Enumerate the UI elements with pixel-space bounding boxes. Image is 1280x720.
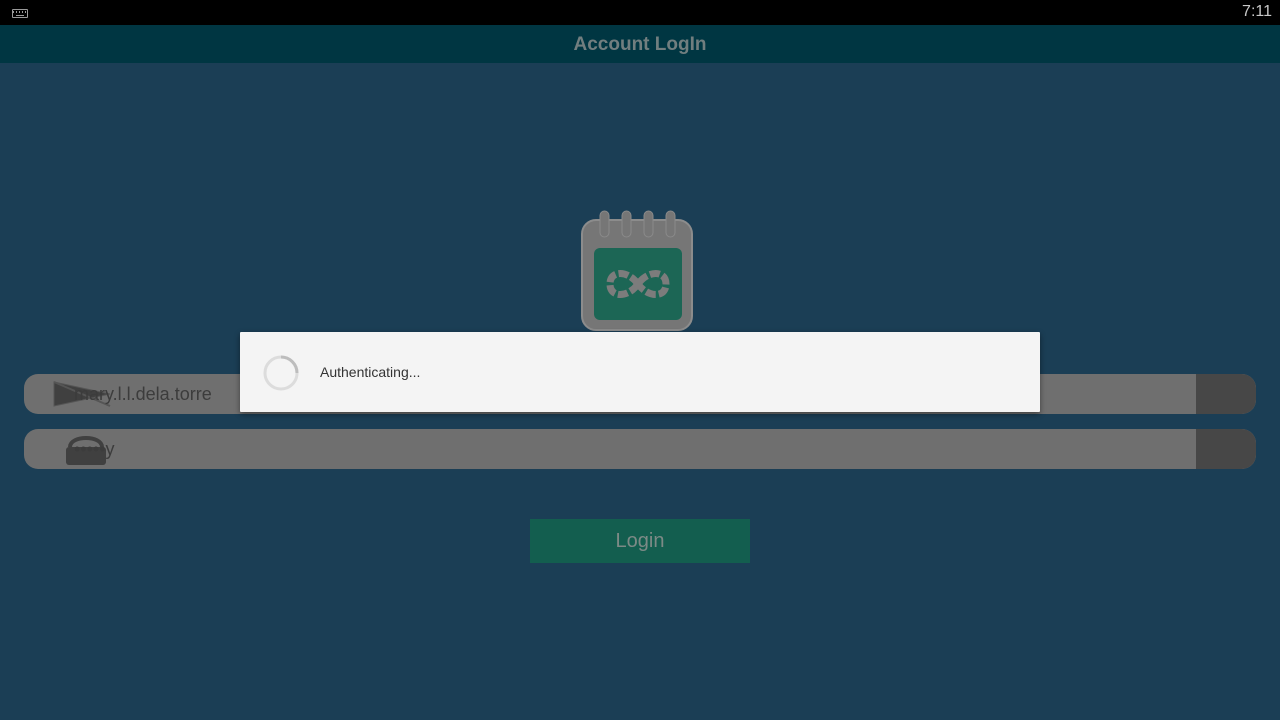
spinner-icon xyxy=(263,355,299,391)
app-bar: Account LogIn xyxy=(0,25,1280,63)
dialog-message: Authenticating... xyxy=(320,364,421,380)
progress-dialog: Authenticating... xyxy=(240,332,1040,412)
page-title: Account LogIn xyxy=(573,34,707,55)
username-field-end xyxy=(1196,374,1256,414)
keyboard-icon xyxy=(12,9,28,18)
calendar-infinity-icon xyxy=(581,210,693,331)
username-value: mary.l.l.dela.torre xyxy=(74,384,212,404)
password-field-end xyxy=(1196,429,1256,469)
status-bar: 7:11 xyxy=(0,0,1280,25)
password-value: •••••y xyxy=(74,439,115,459)
login-button[interactable]: Login xyxy=(530,519,750,563)
password-field[interactable]: •••••y xyxy=(24,429,1256,469)
status-clock: 7:11 xyxy=(1242,3,1272,20)
